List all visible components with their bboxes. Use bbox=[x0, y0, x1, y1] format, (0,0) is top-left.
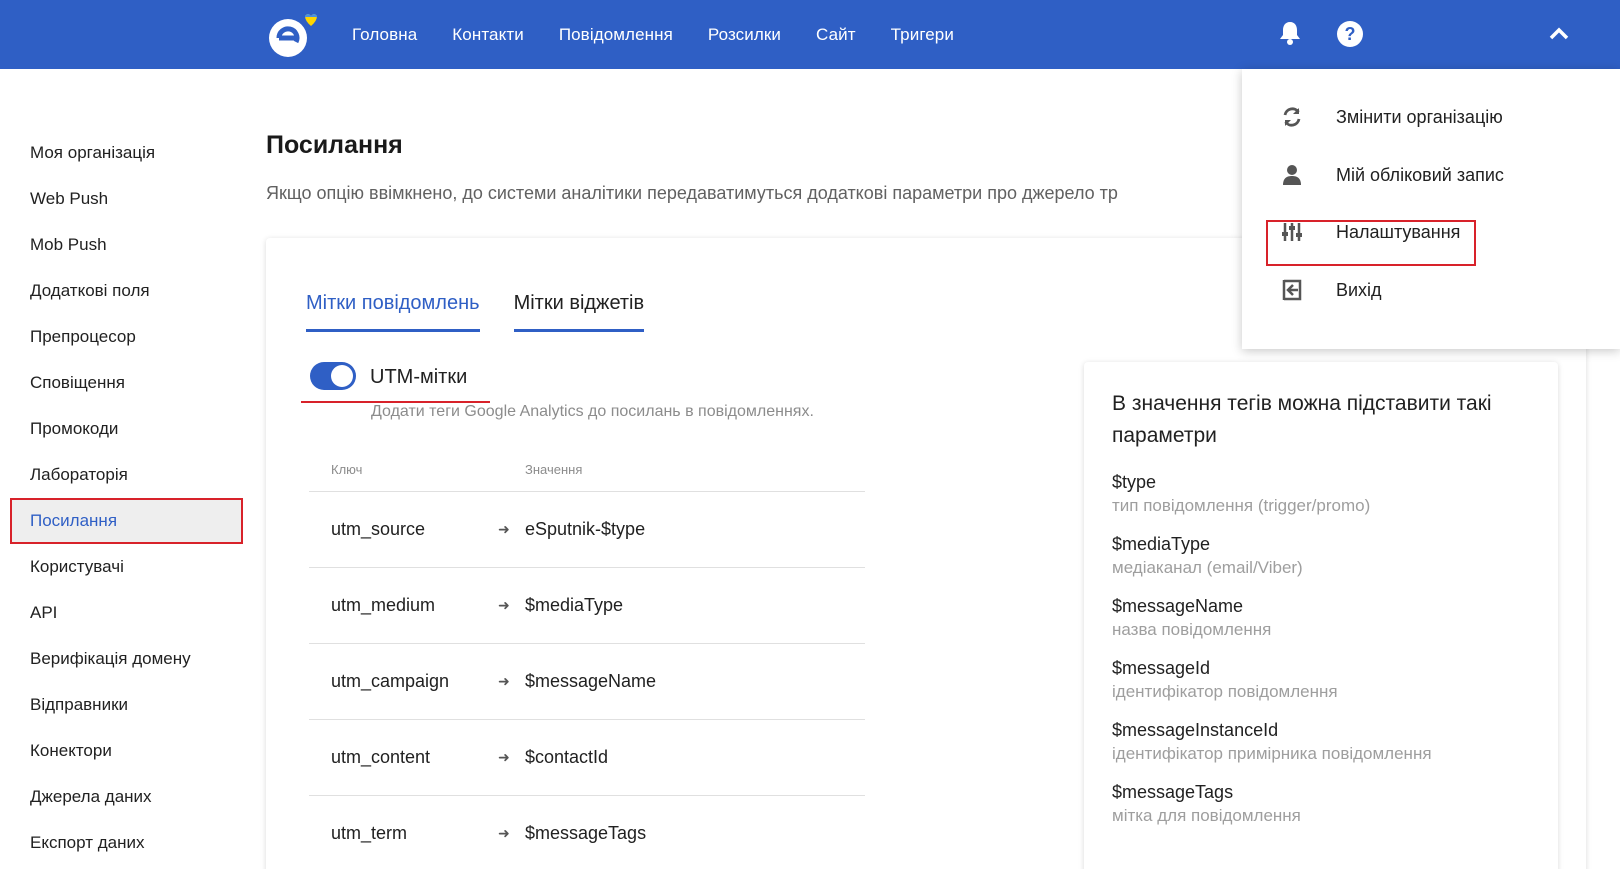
param-desc: ідентифікатор примірника повідомлення bbox=[1112, 744, 1432, 763]
sidebar-item-data-sources[interactable]: Джерела даних bbox=[0, 774, 245, 820]
row-key: utm_campaign bbox=[331, 671, 450, 691]
sidebar-item-my-organization[interactable]: Моя організація bbox=[0, 130, 245, 176]
table-header: Ключ Значення bbox=[309, 462, 865, 492]
menu-item-my-account[interactable]: Мій обліковий запис bbox=[1278, 163, 1504, 187]
nav-item-broadcasts[interactable]: Розсилки bbox=[708, 25, 781, 45]
arrow-right-icon: ➜ bbox=[498, 825, 510, 841]
chevron-up-icon[interactable] bbox=[1548, 24, 1576, 52]
nav-item-contacts[interactable]: Контакти bbox=[452, 25, 524, 45]
table-row[interactable]: utm_source ➜ eSputnik-$type bbox=[309, 492, 865, 568]
tab-message-tags[interactable]: Мітки повідомлень bbox=[306, 292, 480, 332]
arrow-right-icon: ➜ bbox=[498, 673, 510, 689]
top-navbar: Головна Контакти Повідомлення Розсилки С… bbox=[0, 0, 1620, 69]
main-nav: Головна Контакти Повідомлення Розсилки С… bbox=[352, 0, 989, 69]
table-row[interactable]: utm_medium ➜ $mediaType bbox=[309, 568, 865, 644]
row-key: utm_term bbox=[331, 823, 408, 843]
sidebar-item-domain-verification[interactable]: Верифікація домену bbox=[0, 636, 245, 682]
utm-toggle-hint: Додати теги Google Analytics до посилань… bbox=[371, 403, 814, 420]
param-item: $messageInstanceId ідентифікатор примірн… bbox=[1112, 718, 1530, 766]
sidebar-item-notifications[interactable]: Сповіщення bbox=[0, 360, 245, 406]
row-value: $messageName bbox=[525, 671, 657, 691]
sidebar-item-additional-fields[interactable]: Додаткові поля bbox=[0, 268, 245, 314]
row-key: utm_content bbox=[331, 747, 431, 767]
utm-toggle-label: UTM-мітки bbox=[370, 366, 468, 388]
param-desc: назва повідомлення bbox=[1112, 620, 1272, 639]
help-icon[interactable]: ? bbox=[1336, 20, 1364, 48]
sidebar-item-users[interactable]: Користувачі bbox=[0, 544, 245, 590]
arrow-right-icon: ➜ bbox=[498, 597, 510, 613]
svg-text:?: ? bbox=[1345, 24, 1356, 44]
user-dropdown-menu: Змінити організацію Мій обліковий запис … bbox=[1242, 69, 1620, 349]
param-name: $messageName bbox=[1112, 596, 1244, 616]
bell-icon[interactable] bbox=[1278, 20, 1306, 48]
highlight-box bbox=[1266, 220, 1476, 266]
sidebar-item-web-push[interactable]: Web Push bbox=[0, 176, 245, 222]
nav-item-messages[interactable]: Повідомлення bbox=[559, 25, 673, 45]
table-row[interactable]: utm_term ➜ $messageTags bbox=[309, 796, 865, 869]
row-value: eSputnik-$type bbox=[525, 519, 646, 539]
sidebar-item-preprocessor[interactable]: Препроцесор bbox=[0, 314, 245, 360]
param-desc: мітка для повідомлення bbox=[1112, 806, 1301, 825]
utm-table: Ключ Значення utm_source ➜ eSputnik-$typ… bbox=[309, 462, 865, 869]
param-desc: медіаканал (email/Viber) bbox=[1112, 558, 1303, 577]
param-name: $messageTags bbox=[1112, 782, 1234, 802]
tab-widget-tags[interactable]: Мітки віджетів bbox=[513, 292, 645, 332]
sidebar-item-links[interactable]: Посилання bbox=[10, 498, 243, 544]
row-value: $contactId bbox=[525, 747, 609, 767]
arrow-right-icon: ➜ bbox=[498, 521, 510, 537]
table-row[interactable]: utm_content ➜ $contactId bbox=[309, 720, 865, 796]
nav-item-site[interactable]: Сайт bbox=[816, 25, 856, 45]
param-desc: тип повідомлення (trigger/promo) bbox=[1112, 496, 1371, 515]
sync-icon bbox=[1278, 105, 1306, 129]
arrow-right-icon: ➜ bbox=[498, 749, 510, 765]
row-key: utm_source bbox=[331, 519, 426, 539]
utm-toggle[interactable] bbox=[310, 362, 356, 390]
settings-sidebar: Моя організація Web Push Mob Push Додатк… bbox=[0, 130, 245, 866]
param-item: $mediaType медіаканал (email/Viber) bbox=[1112, 532, 1530, 580]
toggle-knob bbox=[331, 365, 353, 387]
page-title: Посилання bbox=[266, 131, 403, 159]
param-name: $mediaType bbox=[1112, 534, 1211, 554]
table-row[interactable]: utm_campaign ➜ $messageName bbox=[309, 644, 865, 720]
menu-item-change-organization[interactable]: Змінити організацію bbox=[1278, 105, 1503, 129]
header-key: Ключ bbox=[331, 462, 363, 477]
menu-item-label: Вихід bbox=[1336, 279, 1382, 300]
menu-item-label: Змінити організацію bbox=[1336, 106, 1503, 127]
param-name: $type bbox=[1112, 472, 1157, 492]
param-name: $messageId bbox=[1112, 658, 1211, 678]
params-panel: В значення тегів можна підставити такі п… bbox=[1084, 362, 1558, 869]
param-name: $messageInstanceId bbox=[1112, 720, 1279, 740]
sidebar-item-senders[interactable]: Відправники bbox=[0, 682, 245, 728]
nav-item-home[interactable]: Головна bbox=[352, 25, 417, 45]
tabs: Мітки повідомлень Мітки віджетів bbox=[306, 292, 678, 332]
page-description: Якщо опцію ввімкнено, до системи аналіти… bbox=[266, 183, 1118, 203]
esputnik-logo[interactable] bbox=[268, 12, 317, 58]
param-item: $messageName назва повідомлення bbox=[1112, 594, 1530, 642]
row-value: $mediaType bbox=[525, 595, 624, 615]
param-item: $type тип повідомлення (trigger/promo) bbox=[1112, 470, 1530, 518]
params-title: В значення тегів можна підставити такі п… bbox=[1112, 392, 1492, 447]
sidebar-item-connectors[interactable]: Конектори bbox=[0, 728, 245, 774]
menu-item-logout[interactable]: Вихід bbox=[1278, 278, 1382, 302]
logout-icon bbox=[1278, 278, 1306, 302]
sidebar-item-api[interactable]: API bbox=[0, 590, 245, 636]
sidebar-item-mob-push[interactable]: Mob Push bbox=[0, 222, 245, 268]
param-desc: ідентифікатор повідомлення bbox=[1112, 682, 1338, 701]
nav-item-triggers[interactable]: Тригери bbox=[891, 25, 954, 45]
sidebar-item-promocodes[interactable]: Промокоди bbox=[0, 406, 245, 452]
param-item: $messageTags мітка для повідомлення bbox=[1112, 780, 1530, 828]
row-key: utm_medium bbox=[331, 595, 436, 615]
menu-item-label: Мій обліковий запис bbox=[1336, 164, 1504, 185]
user-icon bbox=[1278, 163, 1306, 187]
sidebar-item-data-export[interactable]: Експорт даних bbox=[0, 820, 245, 866]
row-value: $messageTags bbox=[525, 823, 647, 843]
param-item: $messageId ідентифікатор повідомлення bbox=[1112, 656, 1530, 704]
sidebar-item-laboratory[interactable]: Лабораторія bbox=[0, 452, 245, 498]
header-value: Значення bbox=[525, 462, 583, 477]
